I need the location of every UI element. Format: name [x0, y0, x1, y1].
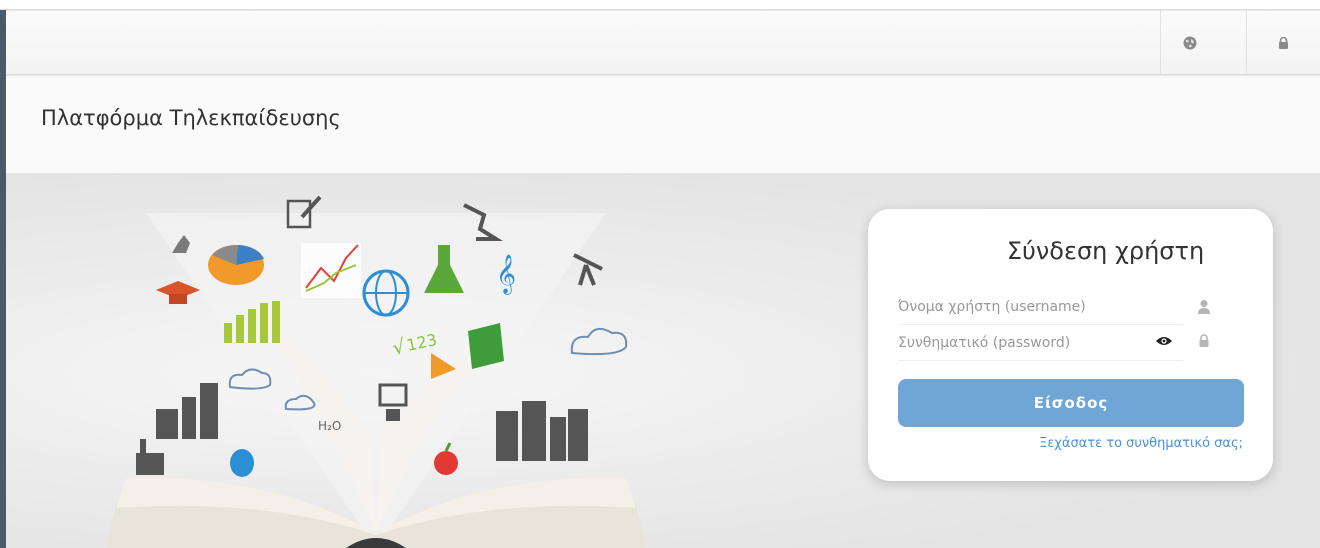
login-card: Σύνδεση χρήστη Είσοδος Ξεχάσατε το συνθη…: [868, 209, 1273, 481]
open-book-education-illustration: 𝄞 √ 123 H₂O: [106, 195, 646, 548]
user-icon: [1198, 300, 1210, 314]
language-button[interactable]: [1160, 11, 1218, 75]
password-field-wrap: [898, 325, 1183, 361]
globe-icon: [1183, 36, 1196, 50]
eye-icon[interactable]: [1155, 335, 1173, 347]
username-field-wrap: [898, 289, 1183, 325]
svg-text:𝄞: 𝄞: [496, 254, 516, 295]
hero-text-h2o: H₂O: [318, 419, 341, 433]
login-button[interactable]: Είσοδος: [898, 379, 1244, 427]
lock-icon: [1199, 334, 1209, 347]
top-navbar: [6, 11, 1320, 75]
password-input[interactable]: [898, 325, 1183, 360]
forgot-password-link[interactable]: Ξεχάσατε το συνθηματικό σας;: [1039, 436, 1243, 451]
title-bar: Πλατφόρμα Τηλεκπαίδευσης: [6, 76, 1320, 173]
lock-icon: [1279, 37, 1288, 49]
page-title: Πλατφόρμα Τηλεκπαίδευσης: [41, 106, 341, 130]
login-title: Σύνδεση χρήστη: [1006, 237, 1205, 265]
username-input[interactable]: [898, 289, 1183, 324]
top-border: [0, 0, 1320, 10]
login-lock-button[interactable]: [1246, 11, 1320, 75]
